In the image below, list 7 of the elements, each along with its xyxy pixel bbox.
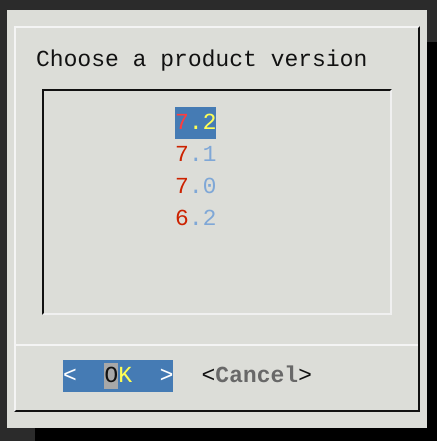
version-item[interactable]: 7.2 [175,107,216,139]
dialog-title: Choose a product version [36,46,368,75]
version-item[interactable]: 6.2 [175,203,216,235]
version-item[interactable]: 7.1 [175,139,216,171]
ok-button[interactable]: < OK > [63,360,174,392]
version-item[interactable]: 7.0 [175,171,216,203]
cancel-button[interactable]: <Cancel> [201,360,312,392]
